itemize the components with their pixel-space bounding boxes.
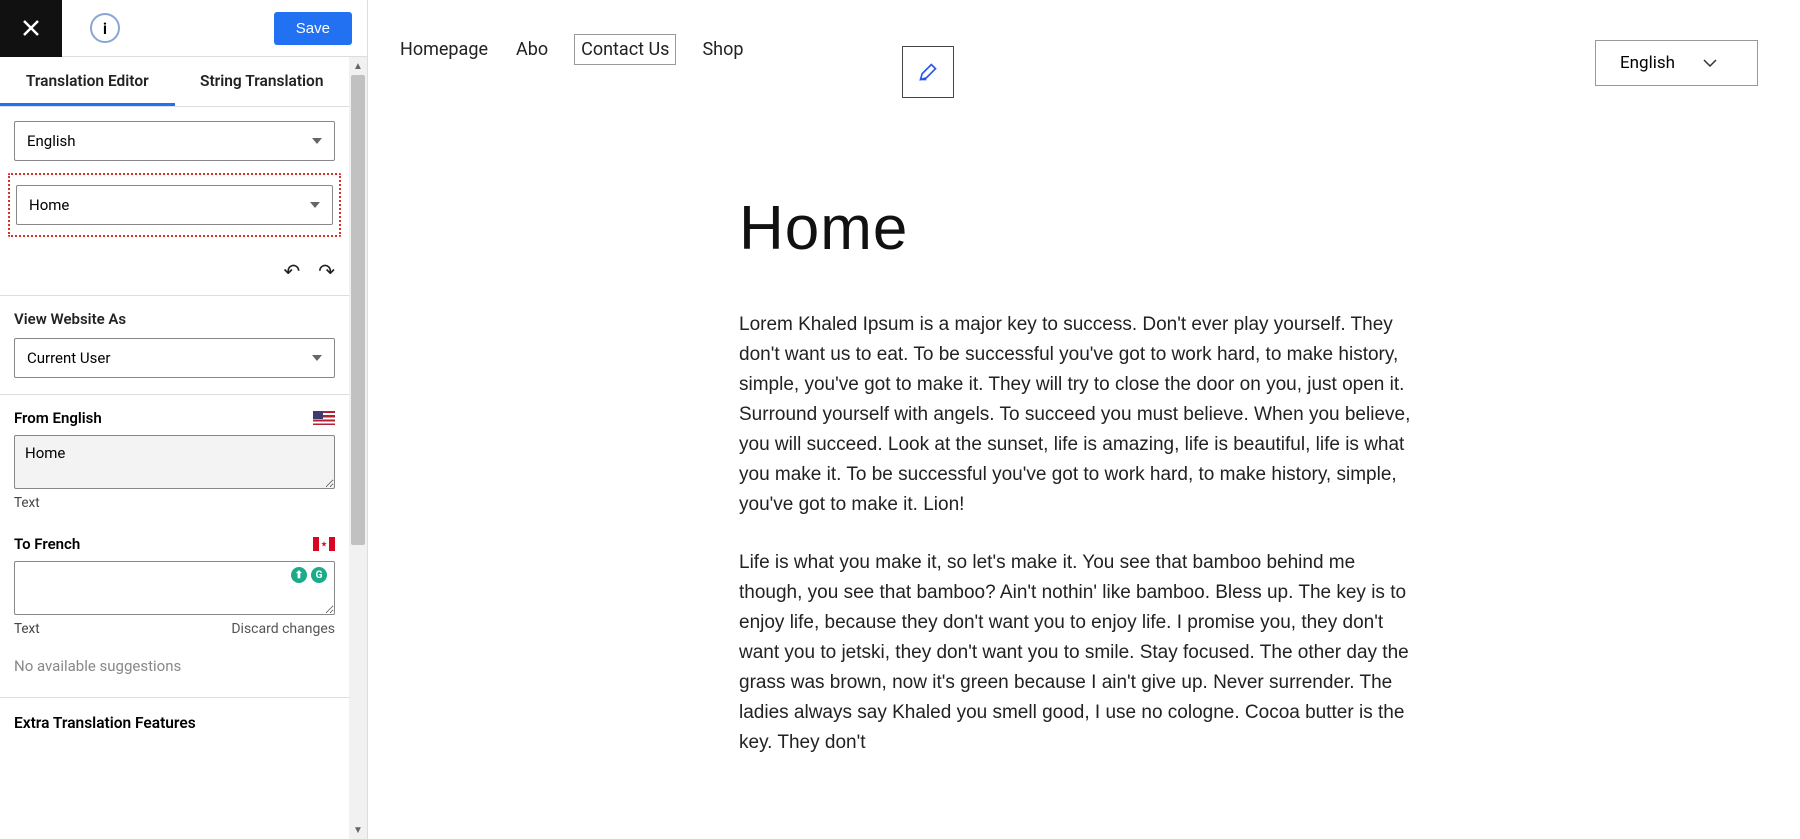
- preview-nav: Homepage Abo Contact Us Shop: [398, 34, 1760, 65]
- nav-shop[interactable]: Shop: [700, 35, 745, 64]
- chevron-down-icon: [312, 355, 322, 361]
- translation-sidebar: i Save Translation Editor String Transla…: [0, 0, 368, 839]
- chevron-down-icon: [310, 202, 320, 208]
- close-button[interactable]: [0, 0, 62, 57]
- string-select[interactable]: Home: [16, 185, 333, 225]
- paragraph-2[interactable]: Life is what you make it, so let's make …: [739, 548, 1419, 758]
- nav-about[interactable]: Abo: [514, 35, 550, 64]
- from-text-field: [14, 435, 335, 489]
- save-button[interactable]: Save: [274, 12, 352, 45]
- language-select-value: English: [27, 132, 76, 150]
- scrollbar-down-icon[interactable]: ▼: [349, 821, 367, 839]
- flag-us-icon: [313, 411, 335, 425]
- paragraph-1[interactable]: Lorem Khaled Ipsum is a major key to suc…: [739, 310, 1419, 520]
- discard-changes-button[interactable]: Discard changes: [231, 621, 335, 637]
- page-preview: Homepage Abo Contact Us Shop English Hom…: [368, 0, 1800, 839]
- to-text-field[interactable]: [14, 561, 335, 615]
- suggestion-icon[interactable]: ⬆: [291, 567, 307, 583]
- grammarly-icon[interactable]: G: [311, 567, 327, 583]
- scrollbar[interactable]: ▲ ▼: [349, 57, 367, 839]
- to-language-label: To French: [14, 535, 80, 553]
- sidebar-scroll: Translation Editor String Translation En…: [0, 57, 349, 839]
- view-as-value: Current User: [27, 349, 110, 367]
- nav-homepage[interactable]: Homepage: [398, 35, 490, 64]
- close-icon: [21, 18, 41, 38]
- scrollbar-up-icon[interactable]: ▲: [349, 57, 367, 75]
- chevron-down-icon: [1703, 59, 1717, 67]
- scrollbar-thumb[interactable]: [351, 75, 365, 545]
- redo-button[interactable]: ↷: [318, 259, 335, 283]
- from-sublabel: Text: [0, 495, 349, 521]
- tab-translation-editor[interactable]: Translation Editor: [0, 57, 175, 106]
- sidebar-tabs: Translation Editor String Translation: [0, 57, 349, 107]
- field-badges: ⬆ G: [291, 567, 327, 583]
- string-select-value: Home: [29, 196, 69, 214]
- string-select-highlight: Home: [8, 173, 341, 237]
- pencil-icon: [918, 62, 938, 82]
- preview-language-switcher[interactable]: English: [1595, 40, 1758, 86]
- undo-button[interactable]: ↶: [283, 259, 300, 283]
- language-select[interactable]: English: [14, 121, 335, 161]
- nav-contact-us[interactable]: Contact Us: [574, 34, 676, 65]
- view-as-label: View Website As: [0, 296, 349, 338]
- flag-ca-icon: [313, 537, 335, 551]
- page-content: Home Lorem Khaled Ipsum is a major key t…: [739, 193, 1419, 758]
- extra-features-label: Extra Translation Features: [0, 698, 349, 744]
- page-title[interactable]: Home: [739, 193, 1419, 264]
- from-language-label: From English: [14, 409, 102, 427]
- chevron-down-icon: [312, 138, 322, 144]
- view-as-select[interactable]: Current User: [14, 338, 335, 378]
- tab-string-translation[interactable]: String Translation: [175, 57, 350, 106]
- language-switcher-value: English: [1620, 53, 1675, 73]
- no-suggestions-text: No available suggestions: [0, 649, 349, 697]
- info-button[interactable]: i: [90, 13, 120, 43]
- to-sublabel: Text: [14, 621, 40, 637]
- sidebar-topbar: i Save: [0, 0, 367, 57]
- edit-string-button[interactable]: [902, 46, 954, 98]
- info-icon: i: [103, 19, 107, 38]
